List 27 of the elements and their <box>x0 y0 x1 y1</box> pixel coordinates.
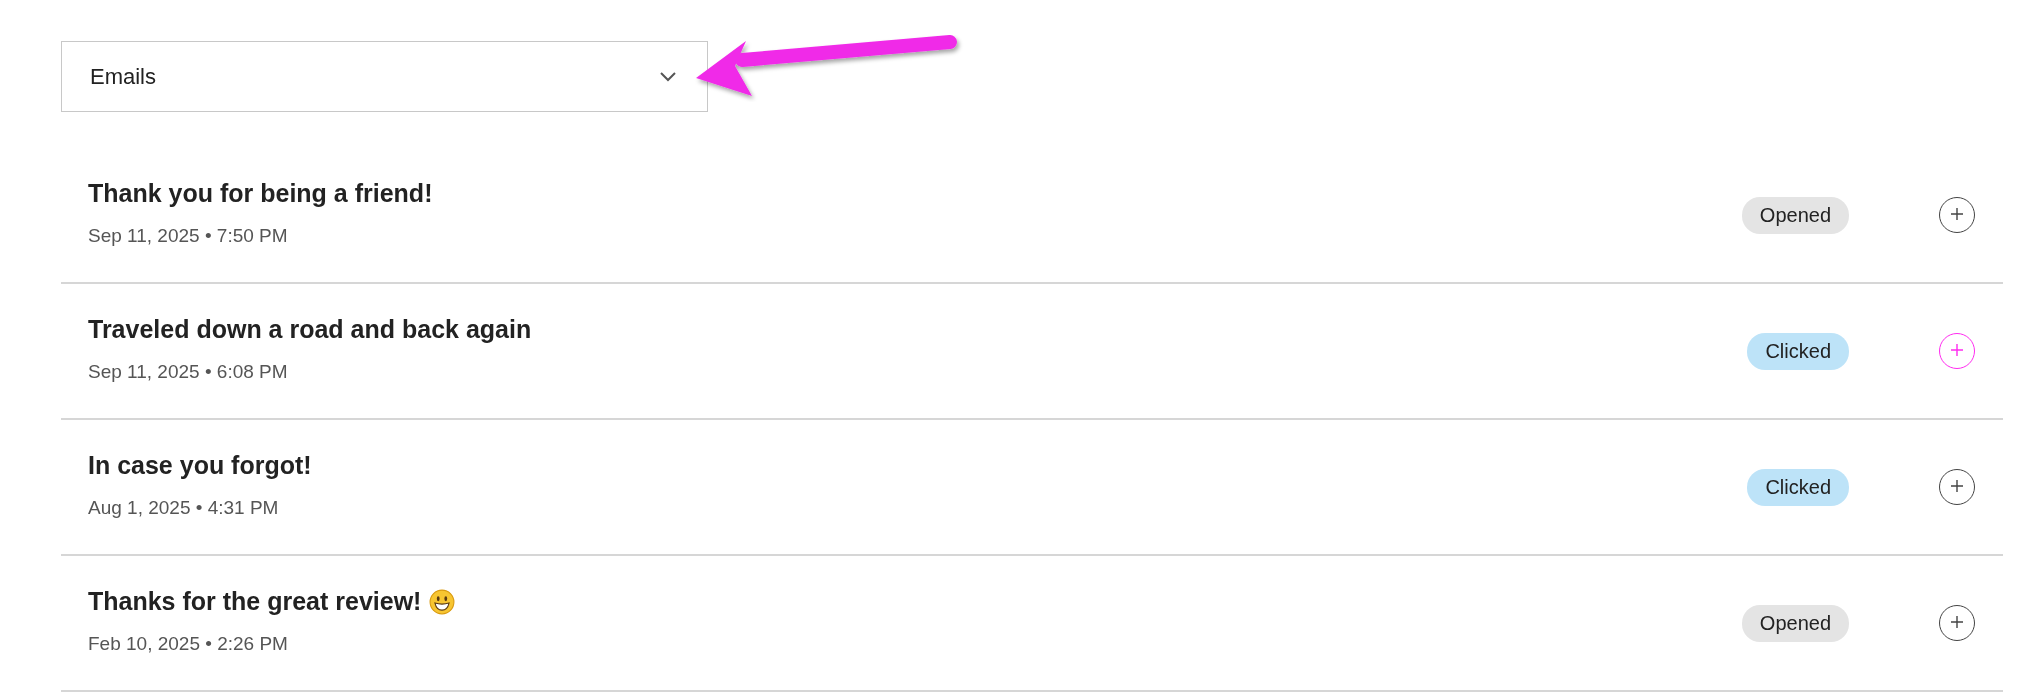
email-date: Feb 10, 2025 • 2:26 PM <box>88 633 289 655</box>
status-badge: Opened <box>1741 604 1849 642</box>
email-row[interactable]: Thanks for the great review! Feb 10, 2025 • 2:26 PM Opened <box>61 556 2003 692</box>
add-button[interactable] <box>1939 469 1975 505</box>
plus-icon <box>1951 208 1963 220</box>
email-subject: Thank you for being a friend! <box>88 179 433 208</box>
status-badge: Clicked <box>1747 468 1849 506</box>
email-date: Sep 11, 2025 • 7:50 PM <box>88 225 289 247</box>
add-button[interactable] <box>1939 333 1975 369</box>
email-row[interactable]: In case you forgot! Aug 1, 2025 • 4:31 PM Clicked <box>61 420 2003 556</box>
status-badge: Clicked <box>1747 332 1849 370</box>
plus-icon <box>1951 480 1963 492</box>
plus-icon <box>1951 616 1963 628</box>
email-type-dropdown[interactable]: Emails <box>61 41 708 112</box>
plus-icon <box>1951 344 1963 356</box>
add-button[interactable] <box>1939 605 1975 641</box>
chevron-down-icon <box>659 70 677 83</box>
email-subject: In case you forgot! <box>88 451 312 480</box>
email-row[interactable]: Thank you for being a friend! Sep 11, 2025 • 7:50 PM Opened <box>61 148 2003 284</box>
add-button[interactable] <box>1939 197 1975 233</box>
email-row[interactable]: Traveled down a road and back again Sep 11, 2025 • 6:08 PM Clicked <box>61 284 2003 420</box>
email-subject: Thanks for the great review! <box>88 587 422 616</box>
email-date: Sep 11, 2025 • 6:08 PM <box>88 361 289 383</box>
email-subject: Traveled down a road and back again <box>88 315 532 344</box>
email-date: Aug 1, 2025 • 4:31 PM <box>88 497 280 519</box>
smiley-face-icon <box>429 588 456 615</box>
status-badge: Opened <box>1741 196 1849 234</box>
